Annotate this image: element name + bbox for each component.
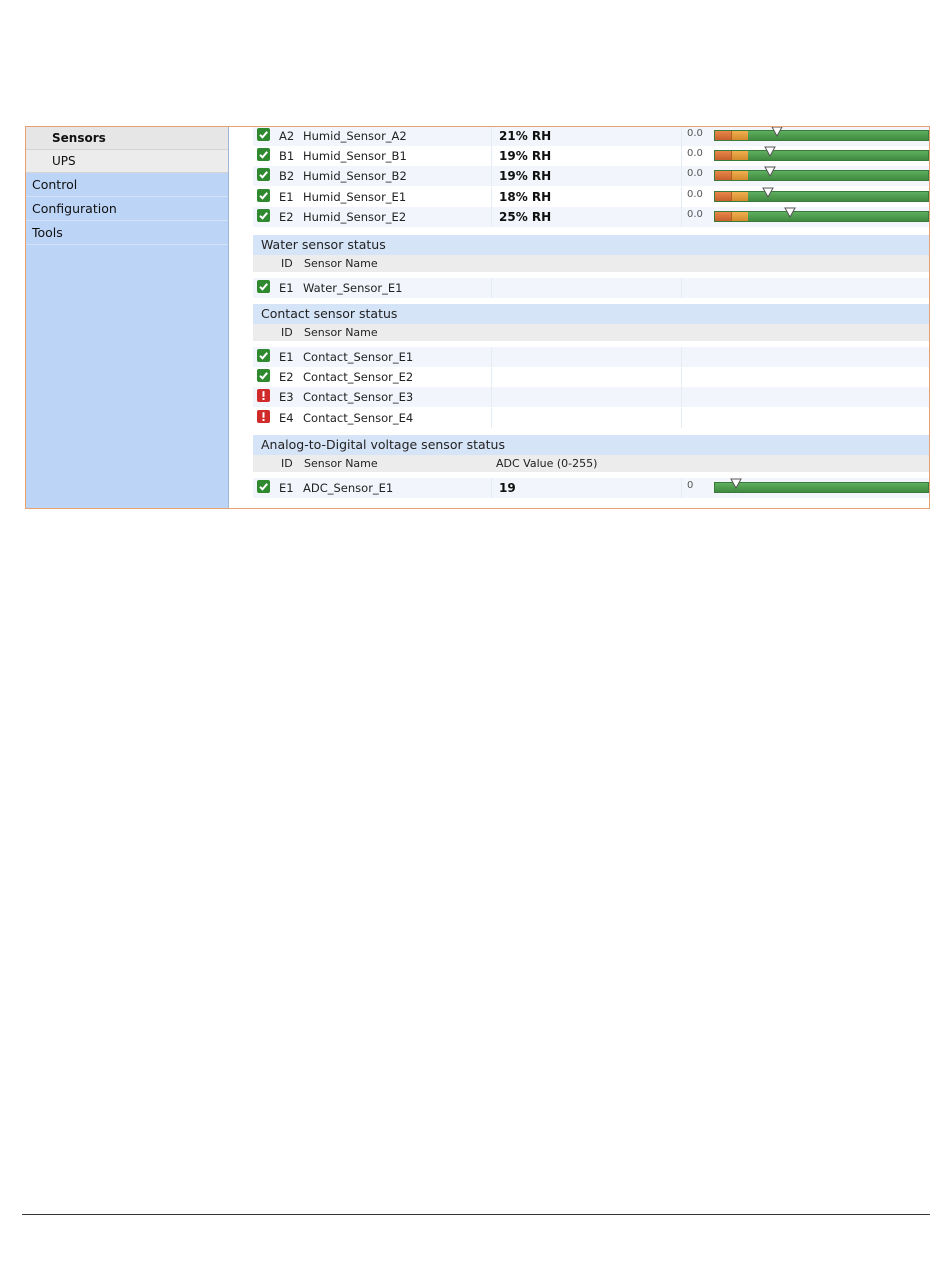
humidity-gauge (714, 166, 929, 181)
sensor-id: B1 (279, 149, 295, 163)
status-ok-icon (257, 189, 270, 202)
column-sensor-name: Sensor Name (304, 257, 378, 270)
sensor-name[interactable]: Humid_Sensor_B2 (303, 169, 407, 183)
sidebar-item-control[interactable]: Control (26, 173, 228, 197)
water-column-header: ID Sensor Name (253, 255, 929, 272)
sensor-name[interactable]: ADC_Sensor_E1 (303, 481, 393, 495)
water-row: E1 Water_Sensor_E1 (253, 278, 929, 298)
gauge-marker-icon (730, 478, 742, 489)
sidebar-nav: Sensors UPS Control Configuration Tools (26, 127, 229, 508)
water-section-title: Water sensor status (253, 235, 929, 255)
sensor-name[interactable]: Humid_Sensor_B1 (303, 149, 407, 163)
humidity-gauge (714, 207, 929, 222)
sensor-name[interactable]: Humid_Sensor_E1 (303, 190, 406, 204)
column-sensor-name: Sensor Name (304, 457, 378, 470)
adc-section-title: Analog-to-Digital voltage sensor status (253, 435, 929, 455)
column-id: ID (281, 457, 293, 470)
gauge-marker-icon (764, 166, 776, 177)
sensor-value: 19% RH (499, 169, 552, 183)
adc-column-header: ID Sensor Name ADC Value (0-255) (253, 455, 929, 472)
humidity-row: E1 Humid_Sensor_E1 18% RH 0.0 (253, 187, 929, 207)
sidebar-item-configuration[interactable]: Configuration (26, 197, 228, 221)
gauge-marker-icon (764, 146, 776, 157)
gauge-min-label: 0.0 (687, 148, 703, 159)
humidity-row: E2 Humid_Sensor_E2 25% RH 0.0 (253, 207, 929, 227)
sensor-value: 25% RH (499, 210, 552, 224)
sensor-name[interactable]: Contact_Sensor_E1 (303, 350, 413, 364)
gauge-min-label: 0.0 (687, 168, 703, 179)
sensor-id: E4 (279, 411, 294, 425)
sensor-id: B2 (279, 169, 295, 183)
humidity-row: B2 Humid_Sensor_B2 19% RH 0.0 (253, 166, 929, 186)
humidity-gauge (714, 187, 929, 202)
sensor-id: E3 (279, 390, 294, 404)
contact-column-header: ID Sensor Name (253, 324, 929, 341)
gauge-min-label: 0.0 (687, 189, 703, 200)
humidity-gauge (714, 146, 929, 161)
contact-row: E4 Contact_Sensor_E4 (253, 408, 929, 428)
contact-row: E1 Contact_Sensor_E1 (253, 347, 929, 367)
status-alarm-icon (257, 410, 270, 423)
page-footer-rule (22, 1214, 930, 1215)
sensor-value: 19 (499, 481, 516, 495)
sensor-id: E1 (279, 281, 294, 295)
sensor-name[interactable]: Contact_Sensor_E3 (303, 390, 413, 404)
status-ok-icon (257, 369, 270, 382)
adc-row: E1 ADC_Sensor_E1 19 0 (253, 478, 929, 498)
sensor-id: E1 (279, 350, 294, 364)
sensor-id: E1 (279, 190, 294, 204)
gauge-marker-icon (784, 207, 796, 218)
sensor-name[interactable]: Water_Sensor_E1 (303, 281, 403, 295)
gauge-marker-icon (771, 127, 783, 137)
sensor-id: E1 (279, 481, 294, 495)
sensor-id: E2 (279, 370, 294, 384)
sensor-name[interactable]: Contact_Sensor_E4 (303, 411, 413, 425)
status-ok-icon (257, 128, 270, 141)
sidebar-item-ups[interactable]: UPS (26, 150, 228, 173)
sensor-value: 21% RH (499, 129, 552, 143)
contact-section-title: Contact sensor status (253, 304, 929, 324)
column-id: ID (281, 257, 293, 270)
humidity-gauge (714, 127, 929, 141)
main-content: A2 Humid_Sensor_A2 21% RH 0.0 B1 Humid_S… (253, 127, 929, 508)
status-ok-icon (257, 480, 270, 493)
gauge-min-label: 0.0 (687, 209, 703, 220)
sensor-name[interactable]: Contact_Sensor_E2 (303, 370, 413, 384)
sensor-name[interactable]: Humid_Sensor_A2 (303, 129, 407, 143)
column-sensor-name: Sensor Name (304, 326, 378, 339)
gauge-min-label: 0 (687, 480, 694, 491)
contact-row: E2 Contact_Sensor_E2 (253, 367, 929, 387)
sensor-id: E2 (279, 210, 294, 224)
gauge-marker-icon (762, 187, 774, 198)
status-ok-icon (257, 280, 270, 293)
humidity-row: A2 Humid_Sensor_A2 21% RH 0.0 (253, 127, 929, 146)
sensor-value: 18% RH (499, 190, 552, 204)
gauge-min-label: 0.0 (687, 128, 703, 139)
contact-row: E3 Contact_Sensor_E3 (253, 387, 929, 407)
column-id: ID (281, 326, 293, 339)
sensor-name[interactable]: Humid_Sensor_E2 (303, 210, 406, 224)
sidebar-item-tools[interactable]: Tools (26, 221, 228, 245)
sidebar-item-sensors[interactable]: Sensors (26, 127, 228, 150)
status-ok-icon (257, 168, 270, 181)
humidity-row: B1 Humid_Sensor_B1 19% RH 0.0 (253, 146, 929, 166)
status-ok-icon (257, 148, 270, 161)
status-ok-icon (257, 209, 270, 222)
status-ok-icon (257, 349, 270, 362)
status-alarm-icon (257, 389, 270, 402)
sensor-value: 19% RH (499, 149, 552, 163)
sensor-id: A2 (279, 129, 295, 143)
adc-gauge (714, 478, 929, 493)
sensor-panel: Sensors UPS Control Configuration Tools … (25, 126, 930, 509)
column-adc-value: ADC Value (0-255) (496, 457, 598, 470)
